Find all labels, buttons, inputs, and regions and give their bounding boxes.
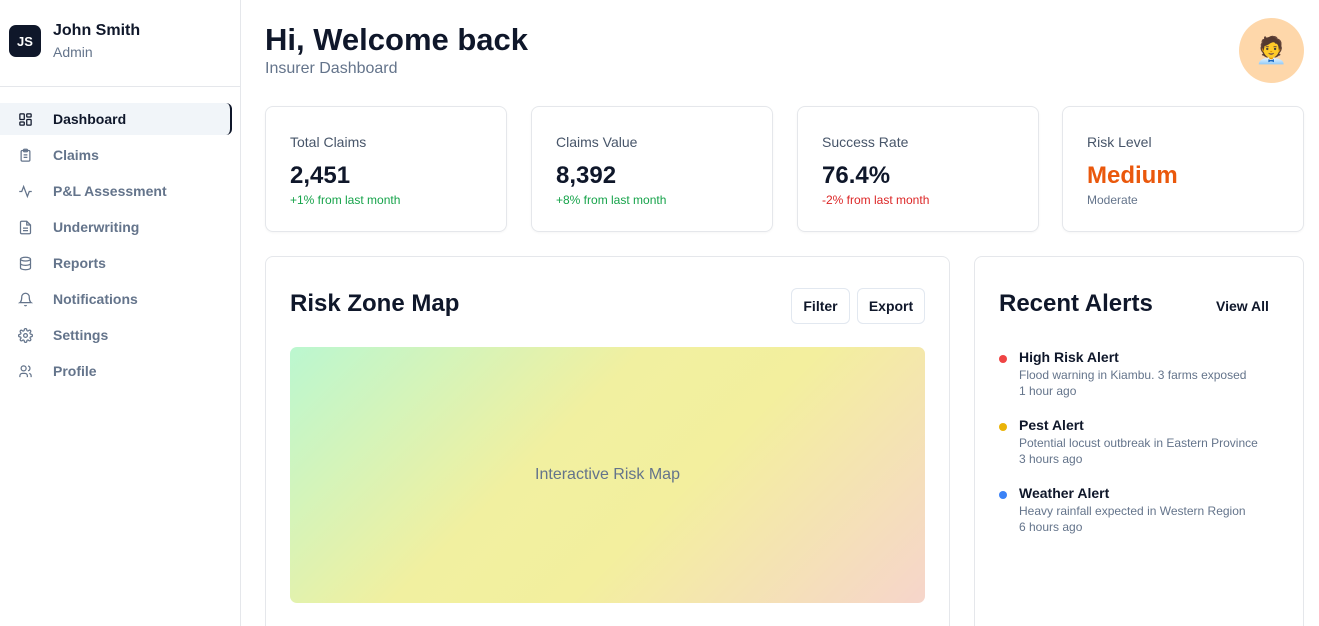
- alert-description: Heavy rainfall expected in Western Regio…: [1019, 504, 1246, 518]
- risk-map-panel: Risk Zone Map Filter Export Interactive …: [265, 256, 950, 626]
- page-title: Hi, Welcome back: [265, 22, 529, 57]
- alert-description: Potential locust outbreak in Eastern Pro…: [1019, 436, 1258, 450]
- alert-title: High Risk Alert: [1019, 349, 1119, 365]
- sidebar-item-underwriting[interactable]: Underwriting: [0, 211, 232, 243]
- bell-icon: [17, 291, 33, 307]
- sidebar-item-settings[interactable]: Settings: [0, 319, 232, 351]
- sidebar: JS John Smith Admin Dashboard Claims P&L…: [0, 0, 241, 626]
- alert-item[interactable]: High Risk Alert Flood warning in Kiambu.…: [999, 349, 1289, 398]
- sidebar-item-label: Underwriting: [53, 219, 140, 235]
- risk-map-title: Risk Zone Map: [290, 290, 460, 317]
- stat-delta: Moderate: [1087, 193, 1138, 207]
- activity-icon: [17, 183, 33, 199]
- alert-time: 3 hours ago: [1019, 452, 1083, 466]
- alert-title: Weather Alert: [1019, 485, 1110, 501]
- stat-delta: -2% from last month: [822, 193, 930, 207]
- dashboard-grid-icon: [17, 111, 33, 127]
- stat-card-total-claims: Total Claims 2,451 +1% from last month: [265, 106, 507, 232]
- page-subtitle: Insurer Dashboard: [265, 60, 398, 77]
- sidebar-item-label: Claims: [53, 147, 99, 163]
- filter-button[interactable]: Filter: [791, 288, 850, 324]
- sidebar-item-profile[interactable]: Profile: [0, 355, 232, 387]
- sidebar-item-claims[interactable]: Claims: [0, 139, 232, 171]
- alert-status-dot: [999, 423, 1007, 431]
- sidebar-item-pl-assessment[interactable]: P&L Assessment: [0, 175, 232, 207]
- alert-item[interactable]: Pest Alert Potential locust outbreak in …: [999, 417, 1289, 466]
- database-icon: [17, 255, 33, 271]
- alert-time: 1 hour ago: [1019, 384, 1077, 398]
- view-all-link[interactable]: View All: [1216, 298, 1269, 314]
- alert-title: Pest Alert: [1019, 417, 1084, 433]
- sidebar-item-label: Reports: [53, 255, 106, 271]
- sidebar-item-reports[interactable]: Reports: [0, 247, 232, 279]
- user-role: Admin: [53, 44, 93, 60]
- gear-icon: [17, 327, 33, 343]
- sidebar-item-dashboard[interactable]: Dashboard: [0, 103, 232, 135]
- alert-item[interactable]: Weather Alert Heavy rainfall expected in…: [999, 485, 1289, 534]
- stat-title: Total Claims: [290, 134, 367, 150]
- main-content: Hi, Welcome back Insurer Dashboard 🧑‍💼 T…: [265, 0, 1305, 626]
- document-icon: [17, 219, 33, 235]
- alert-time: 6 hours ago: [1019, 520, 1083, 534]
- alerts-title: Recent Alerts: [999, 290, 1153, 317]
- clipboard-icon: [17, 147, 33, 163]
- sidebar-item-label: Profile: [53, 363, 97, 379]
- sidebar-item-label: Notifications: [53, 291, 138, 307]
- sidebar-nav: Dashboard Claims P&L Assessment Underwri…: [0, 87, 240, 387]
- stat-title: Risk Level: [1087, 134, 1152, 150]
- risk-map[interactable]: Interactive Risk Map: [290, 347, 925, 603]
- alert-status-dot: [999, 491, 1007, 499]
- stat-value: 8,392: [556, 162, 617, 189]
- sidebar-item-label: Dashboard: [53, 111, 127, 127]
- stat-card-claims-value: Claims Value 8,392 +8% from last month: [531, 106, 773, 232]
- alert-description: Flood warning in Kiambu. 3 farms exposed: [1019, 368, 1247, 382]
- stat-title: Claims Value: [556, 134, 638, 150]
- stat-delta: +1% from last month: [290, 193, 401, 207]
- user-avatar: JS: [9, 25, 41, 57]
- stat-value: 76.4%: [822, 162, 891, 189]
- sidebar-item-label: Settings: [53, 327, 109, 343]
- person-icon: 🧑‍💼: [1255, 35, 1288, 65]
- sidebar-item-label: P&L Assessment: [53, 183, 167, 199]
- profile-avatar[interactable]: 🧑‍💼: [1239, 18, 1304, 83]
- user-name: John Smith: [53, 22, 141, 39]
- stats-cards: Total Claims 2,451 +1% from last month C…: [265, 106, 1304, 232]
- stat-value: 2,451: [290, 162, 351, 189]
- alert-status-dot: [999, 355, 1007, 363]
- user-card[interactable]: JS John Smith Admin: [0, 0, 240, 87]
- users-icon: [17, 363, 33, 379]
- stat-card-risk-level: Risk Level Medium Moderate: [1062, 106, 1304, 232]
- export-button[interactable]: Export: [857, 288, 925, 324]
- stat-value: Medium: [1087, 162, 1178, 189]
- stat-title: Success Rate: [822, 134, 909, 150]
- user-info: John Smith Admin: [53, 22, 140, 60]
- stat-delta: +8% from last month: [556, 193, 667, 207]
- sidebar-item-notifications[interactable]: Notifications: [0, 283, 232, 315]
- map-placeholder-label: Interactive Risk Map: [535, 466, 680, 483]
- recent-alerts-panel: Recent Alerts View All High Risk Alert F…: [974, 256, 1304, 626]
- stat-card-success-rate: Success Rate 76.4% -2% from last month: [797, 106, 1039, 232]
